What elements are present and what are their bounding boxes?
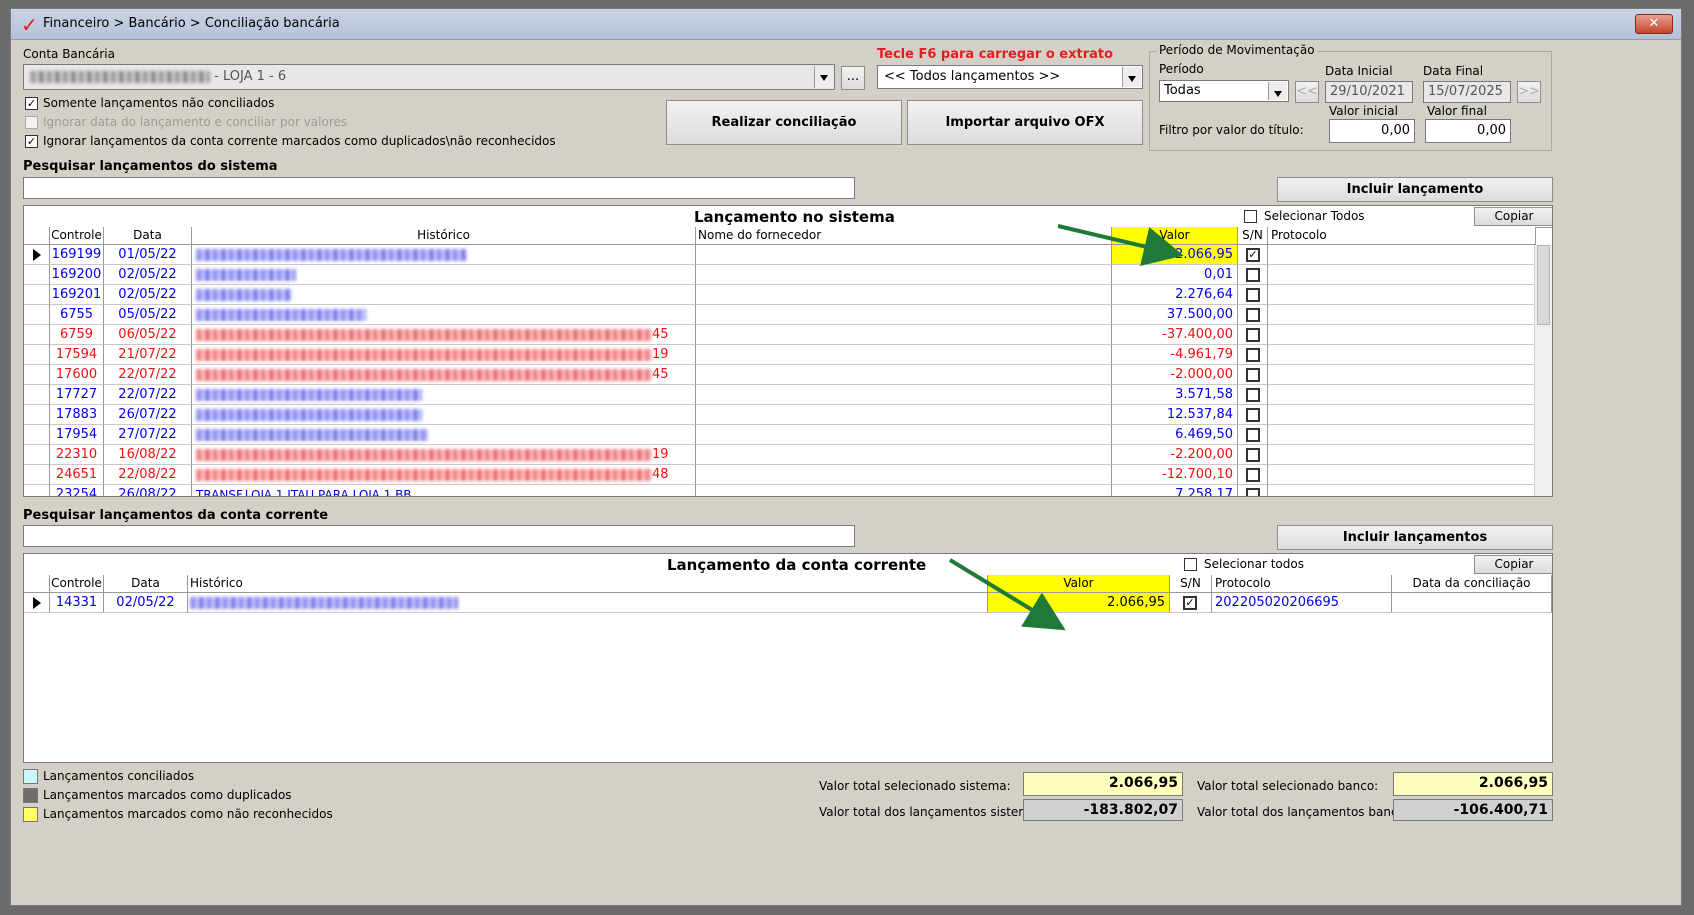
arrow-conta-valor xyxy=(948,558,1066,631)
annotation-arrows xyxy=(948,224,1184,631)
arrow-sistema-valor xyxy=(1057,224,1184,266)
